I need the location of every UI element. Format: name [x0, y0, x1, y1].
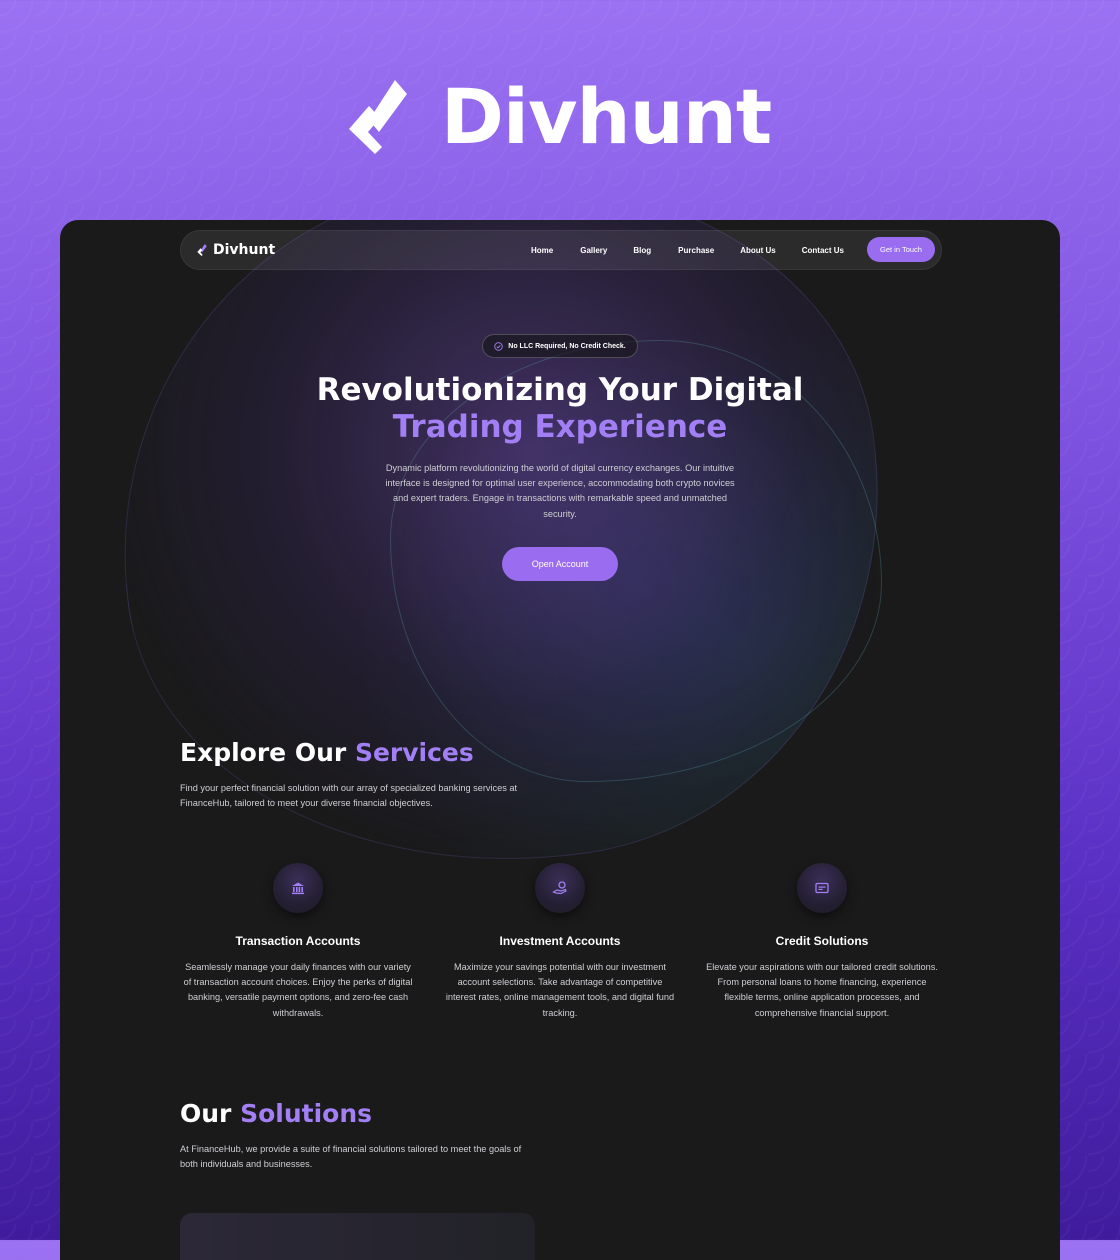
hero-title: Revolutionizing Your Digital Trading Exp… — [60, 372, 1060, 446]
get-in-touch-button[interactable]: Get in Touch — [867, 237, 935, 262]
solutions-title: Our Solutions — [180, 1099, 372, 1128]
services-description: Find your perfect financial solution wit… — [180, 783, 518, 809]
service-title: Credit Solutions — [775, 934, 869, 948]
nav-link-purchase[interactable]: Purchase — [678, 246, 714, 255]
services-title: Explore Our Services — [180, 738, 474, 767]
hero-description: Dynamic platform revolutionizing the wor… — [385, 463, 735, 519]
open-account-button[interactable]: Open Account — [502, 547, 618, 581]
nav-link-gallery[interactable]: Gallery — [580, 246, 607, 255]
service-description: Elevate your aspirations with our tailor… — [706, 962, 938, 1018]
service-card: Credit Solutions Elevate your aspiration… — [702, 863, 942, 1021]
hero-title-line1: Revolutionizing Your Digital — [316, 372, 804, 408]
service-title: Investment Accounts — [499, 934, 621, 948]
nav-links: Home Gallery Blog Purchase About Us Cont… — [531, 231, 844, 269]
services-title-accent: Services — [354, 738, 474, 767]
nav-link-home[interactable]: Home — [531, 246, 553, 255]
brand-header: Divhunt — [0, 72, 1120, 161]
solution-card[interactable] — [180, 1213, 535, 1260]
hand-coin-icon — [552, 881, 567, 895]
service-card: Transaction Accounts Seamlessly manage y… — [178, 863, 418, 1021]
service-icon-badge — [273, 863, 323, 913]
service-icon-badge — [797, 863, 847, 913]
nav-link-about-us[interactable]: About Us — [740, 246, 776, 255]
service-title: Transaction Accounts — [235, 934, 361, 948]
navbar: Divhunt Home Gallery Blog Purchase About… — [180, 230, 942, 270]
nav-logo[interactable]: Divhunt — [197, 242, 275, 258]
website-preview: Divhunt Home Gallery Blog Purchase About… — [60, 220, 1060, 1260]
nav-link-contact-us[interactable]: Contact Us — [802, 246, 844, 255]
hero-badge: No LLC Required, No Credit Check. — [482, 334, 638, 358]
solutions-title-prefix: Our — [180, 1099, 232, 1128]
check-badge-icon — [494, 341, 503, 351]
divhunt-logo-icon — [348, 79, 407, 154]
credit-card-icon — [815, 882, 829, 894]
hero-title-line2: Trading Experience — [392, 409, 728, 445]
service-icon-badge — [535, 863, 585, 913]
service-card: Investment Accounts Maximize your saving… — [440, 863, 680, 1021]
divhunt-logo-icon — [197, 244, 207, 256]
services-title-prefix: Explore Our — [180, 738, 347, 767]
brand-name: Divhunt — [440, 72, 772, 161]
solutions-title-accent: Solutions — [240, 1099, 373, 1128]
nav-link-blog[interactable]: Blog — [633, 246, 651, 255]
hero-badge-text: No LLC Required, No Credit Check. — [508, 342, 626, 350]
nav-logo-text: Divhunt — [213, 242, 276, 258]
service-description: Seamlessly manage your daily finances wi… — [183, 962, 413, 1018]
service-description: Maximize your savings potential with our… — [445, 962, 675, 1018]
bank-icon — [292, 882, 304, 895]
solutions-description: At FinanceHub, we provide a suite of fin… — [180, 1144, 522, 1170]
